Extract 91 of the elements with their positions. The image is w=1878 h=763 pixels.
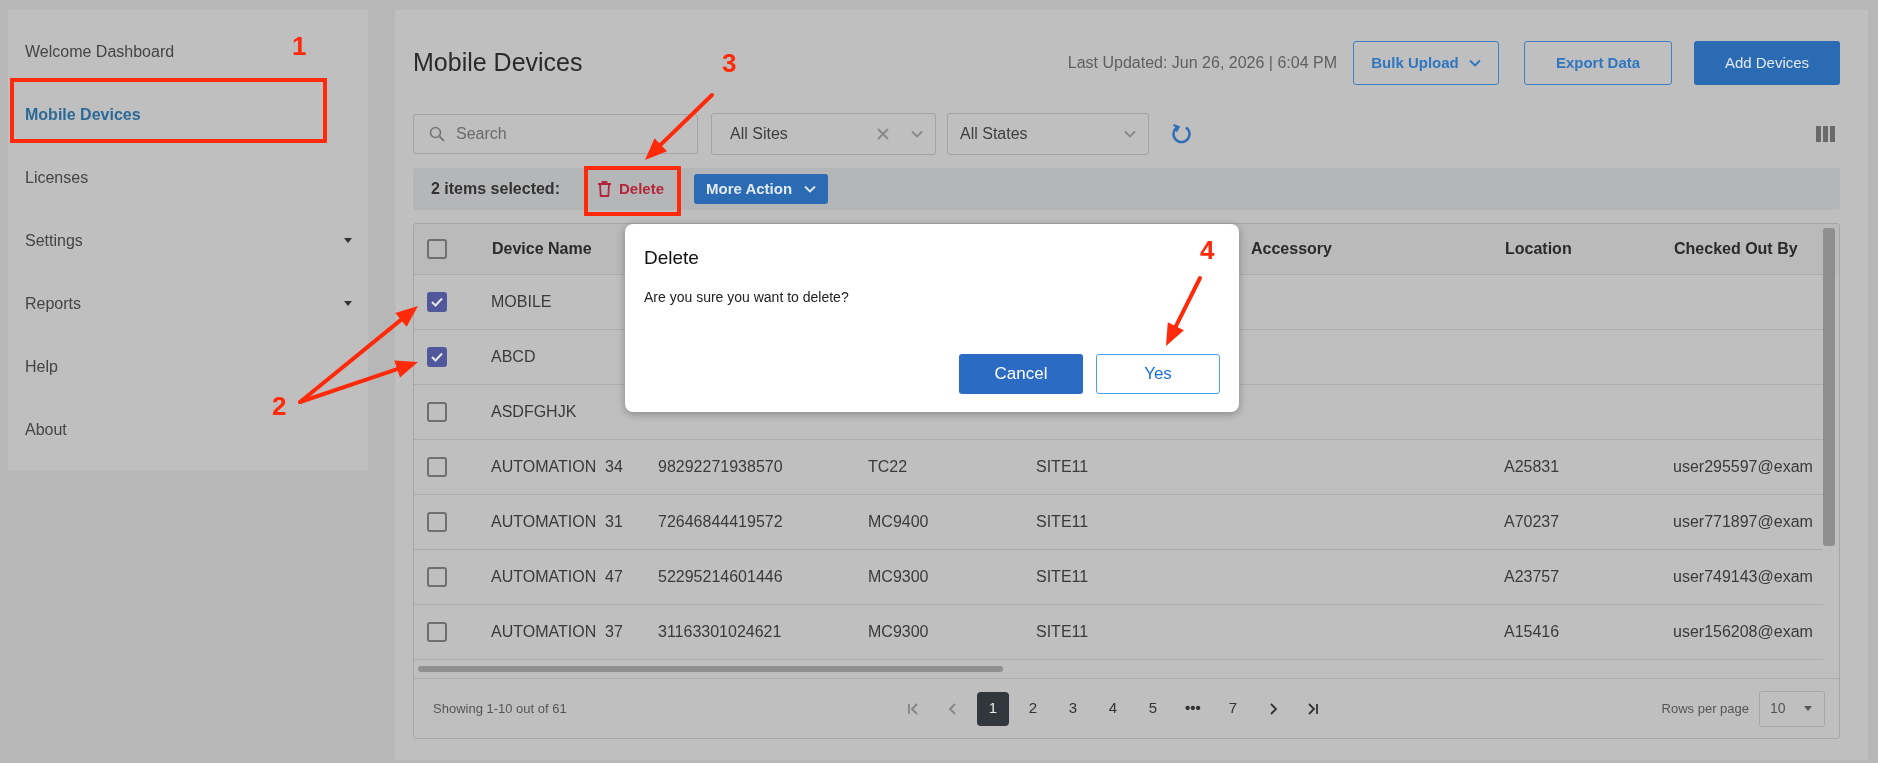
annotation-arrow xyxy=(1166,276,1202,346)
column-header: Device Name xyxy=(492,240,592,257)
page-button[interactable]: ••• xyxy=(1177,691,1209,726)
state-select[interactable]: All States xyxy=(947,113,1149,155)
table-cell: user295597@exam xyxy=(1673,458,1813,475)
page-button[interactable]: 4 xyxy=(1097,691,1129,726)
table-cell: user771897@exam xyxy=(1673,513,1813,530)
table-cell: TC22 xyxy=(868,458,908,475)
check-icon xyxy=(430,295,444,309)
add-button[interactable]: Add Devices xyxy=(1694,41,1840,85)
page-button[interactable]: 3 xyxy=(1057,691,1089,726)
check-icon xyxy=(430,350,444,364)
table-cell: 52295214601446 xyxy=(658,568,783,585)
page-button[interactable]: 2 xyxy=(1017,691,1049,726)
dialog-message: Are you sure you want to delete? xyxy=(644,287,849,307)
sidebar-item[interactable]: Settings xyxy=(25,228,83,253)
sidebar-item[interactable]: About xyxy=(25,417,67,442)
annotation-number: 4 xyxy=(1200,237,1215,263)
table-cell: A25831 xyxy=(1504,458,1560,475)
checkbox[interactable] xyxy=(427,402,447,422)
cancel-button[interactable]: Cancel xyxy=(959,354,1083,394)
table-cell: user749143@exam xyxy=(1673,568,1813,585)
checkbox[interactable] xyxy=(427,292,447,312)
checkbox[interactable] xyxy=(427,457,447,477)
page-title: Mobile Devices xyxy=(413,47,583,79)
annotation-arrow xyxy=(645,93,714,160)
table-cell: AUTOMATION 47 xyxy=(491,568,623,585)
caret-icon xyxy=(344,238,352,243)
table-cell: SITE11 xyxy=(1036,623,1089,640)
table-cell: A15416 xyxy=(1504,623,1560,640)
table-cell: A23757 xyxy=(1504,568,1560,585)
checkbox[interactable] xyxy=(427,622,447,642)
table-cell: AUTOMATION 31 xyxy=(491,513,623,530)
sidebar-item[interactable]: Mobile Devices xyxy=(25,102,141,127)
trash-icon xyxy=(597,181,611,197)
checkbox[interactable] xyxy=(427,512,447,532)
chevron-down-icon xyxy=(1124,130,1136,138)
table-cell: AUTOMATION 37 xyxy=(491,623,623,640)
chevron-down-icon xyxy=(1468,59,1481,67)
caret-icon xyxy=(344,301,352,306)
annotation-number: 1 xyxy=(292,33,307,59)
clear-icon[interactable] xyxy=(877,128,889,140)
checkbox[interactable] xyxy=(427,347,447,367)
search-field[interactable]: Search xyxy=(413,114,698,154)
vertical-scrollbar[interactable] xyxy=(1823,228,1835,546)
table-cell: SITE11 xyxy=(1036,513,1089,530)
chevron-down-icon xyxy=(911,130,923,138)
table-cell: ASDFGHJK xyxy=(491,403,577,420)
sidebar-item[interactable]: Help xyxy=(25,354,58,379)
table-cell: AUTOMATION 34 xyxy=(491,458,623,475)
table-cell: SITE11 xyxy=(1036,458,1089,475)
selected-count: 2 items selected: xyxy=(431,179,560,199)
sidebar-item[interactable]: Welcome Dashboard xyxy=(25,39,175,64)
table-cell: MC9400 xyxy=(868,513,929,530)
rows-per-page-label: Rows per page xyxy=(1661,699,1749,718)
sidebar-item[interactable]: Licenses xyxy=(25,165,89,190)
table-cell: ABCD xyxy=(491,348,536,365)
table-cell: MC9300 xyxy=(868,568,929,585)
page-button[interactable]: 7 xyxy=(1217,691,1249,726)
checkbox[interactable] xyxy=(427,239,447,259)
table-cell: 72646844419572 xyxy=(658,513,783,530)
sidebar-item[interactable]: Reports xyxy=(25,291,82,316)
table-cell: A70237 xyxy=(1504,513,1560,530)
dialog-title: Delete xyxy=(644,246,699,270)
column-header: Location xyxy=(1505,240,1572,257)
annotation-number: 3 xyxy=(722,50,737,76)
table-cell: 98292271938570 xyxy=(658,458,783,475)
refresh-icon[interactable] xyxy=(1171,123,1193,145)
table-cell: SITE11 xyxy=(1036,568,1089,585)
site-select[interactable]: All Sites xyxy=(711,113,936,155)
annotation-number: 2 xyxy=(272,393,287,419)
caret-icon xyxy=(1804,706,1812,711)
columns-icon[interactable] xyxy=(1816,126,1836,142)
delete-button[interactable]: Delete xyxy=(581,172,680,206)
last-updated-text: Last Updated: Jun 26, 2026 | 6:04 PM xyxy=(1067,53,1337,73)
checkbox[interactable] xyxy=(427,567,447,587)
horizontal-scrollbar[interactable] xyxy=(418,666,1003,672)
search-icon xyxy=(429,126,445,142)
chevron-down-icon xyxy=(804,185,817,193)
table-cell: 31163301024621 xyxy=(658,623,782,640)
table-cell: MC9300 xyxy=(868,623,929,640)
page-button[interactable]: 5 xyxy=(1137,691,1169,726)
table-cell: MOBILE xyxy=(491,293,552,310)
showing-text: Showing 1-10 out of 61 xyxy=(433,699,568,718)
confirm-button[interactable]: Yes xyxy=(1096,354,1220,394)
table-cell: user156208@exam xyxy=(1673,623,1813,640)
column-header: Checked Out By xyxy=(1674,240,1798,257)
column-header: Accessory xyxy=(1251,240,1332,257)
page-button[interactable]: 1 xyxy=(977,691,1009,726)
rows-per-page-select[interactable]: 10 xyxy=(1759,690,1825,727)
more-action-button[interactable]: More Action xyxy=(694,174,829,204)
